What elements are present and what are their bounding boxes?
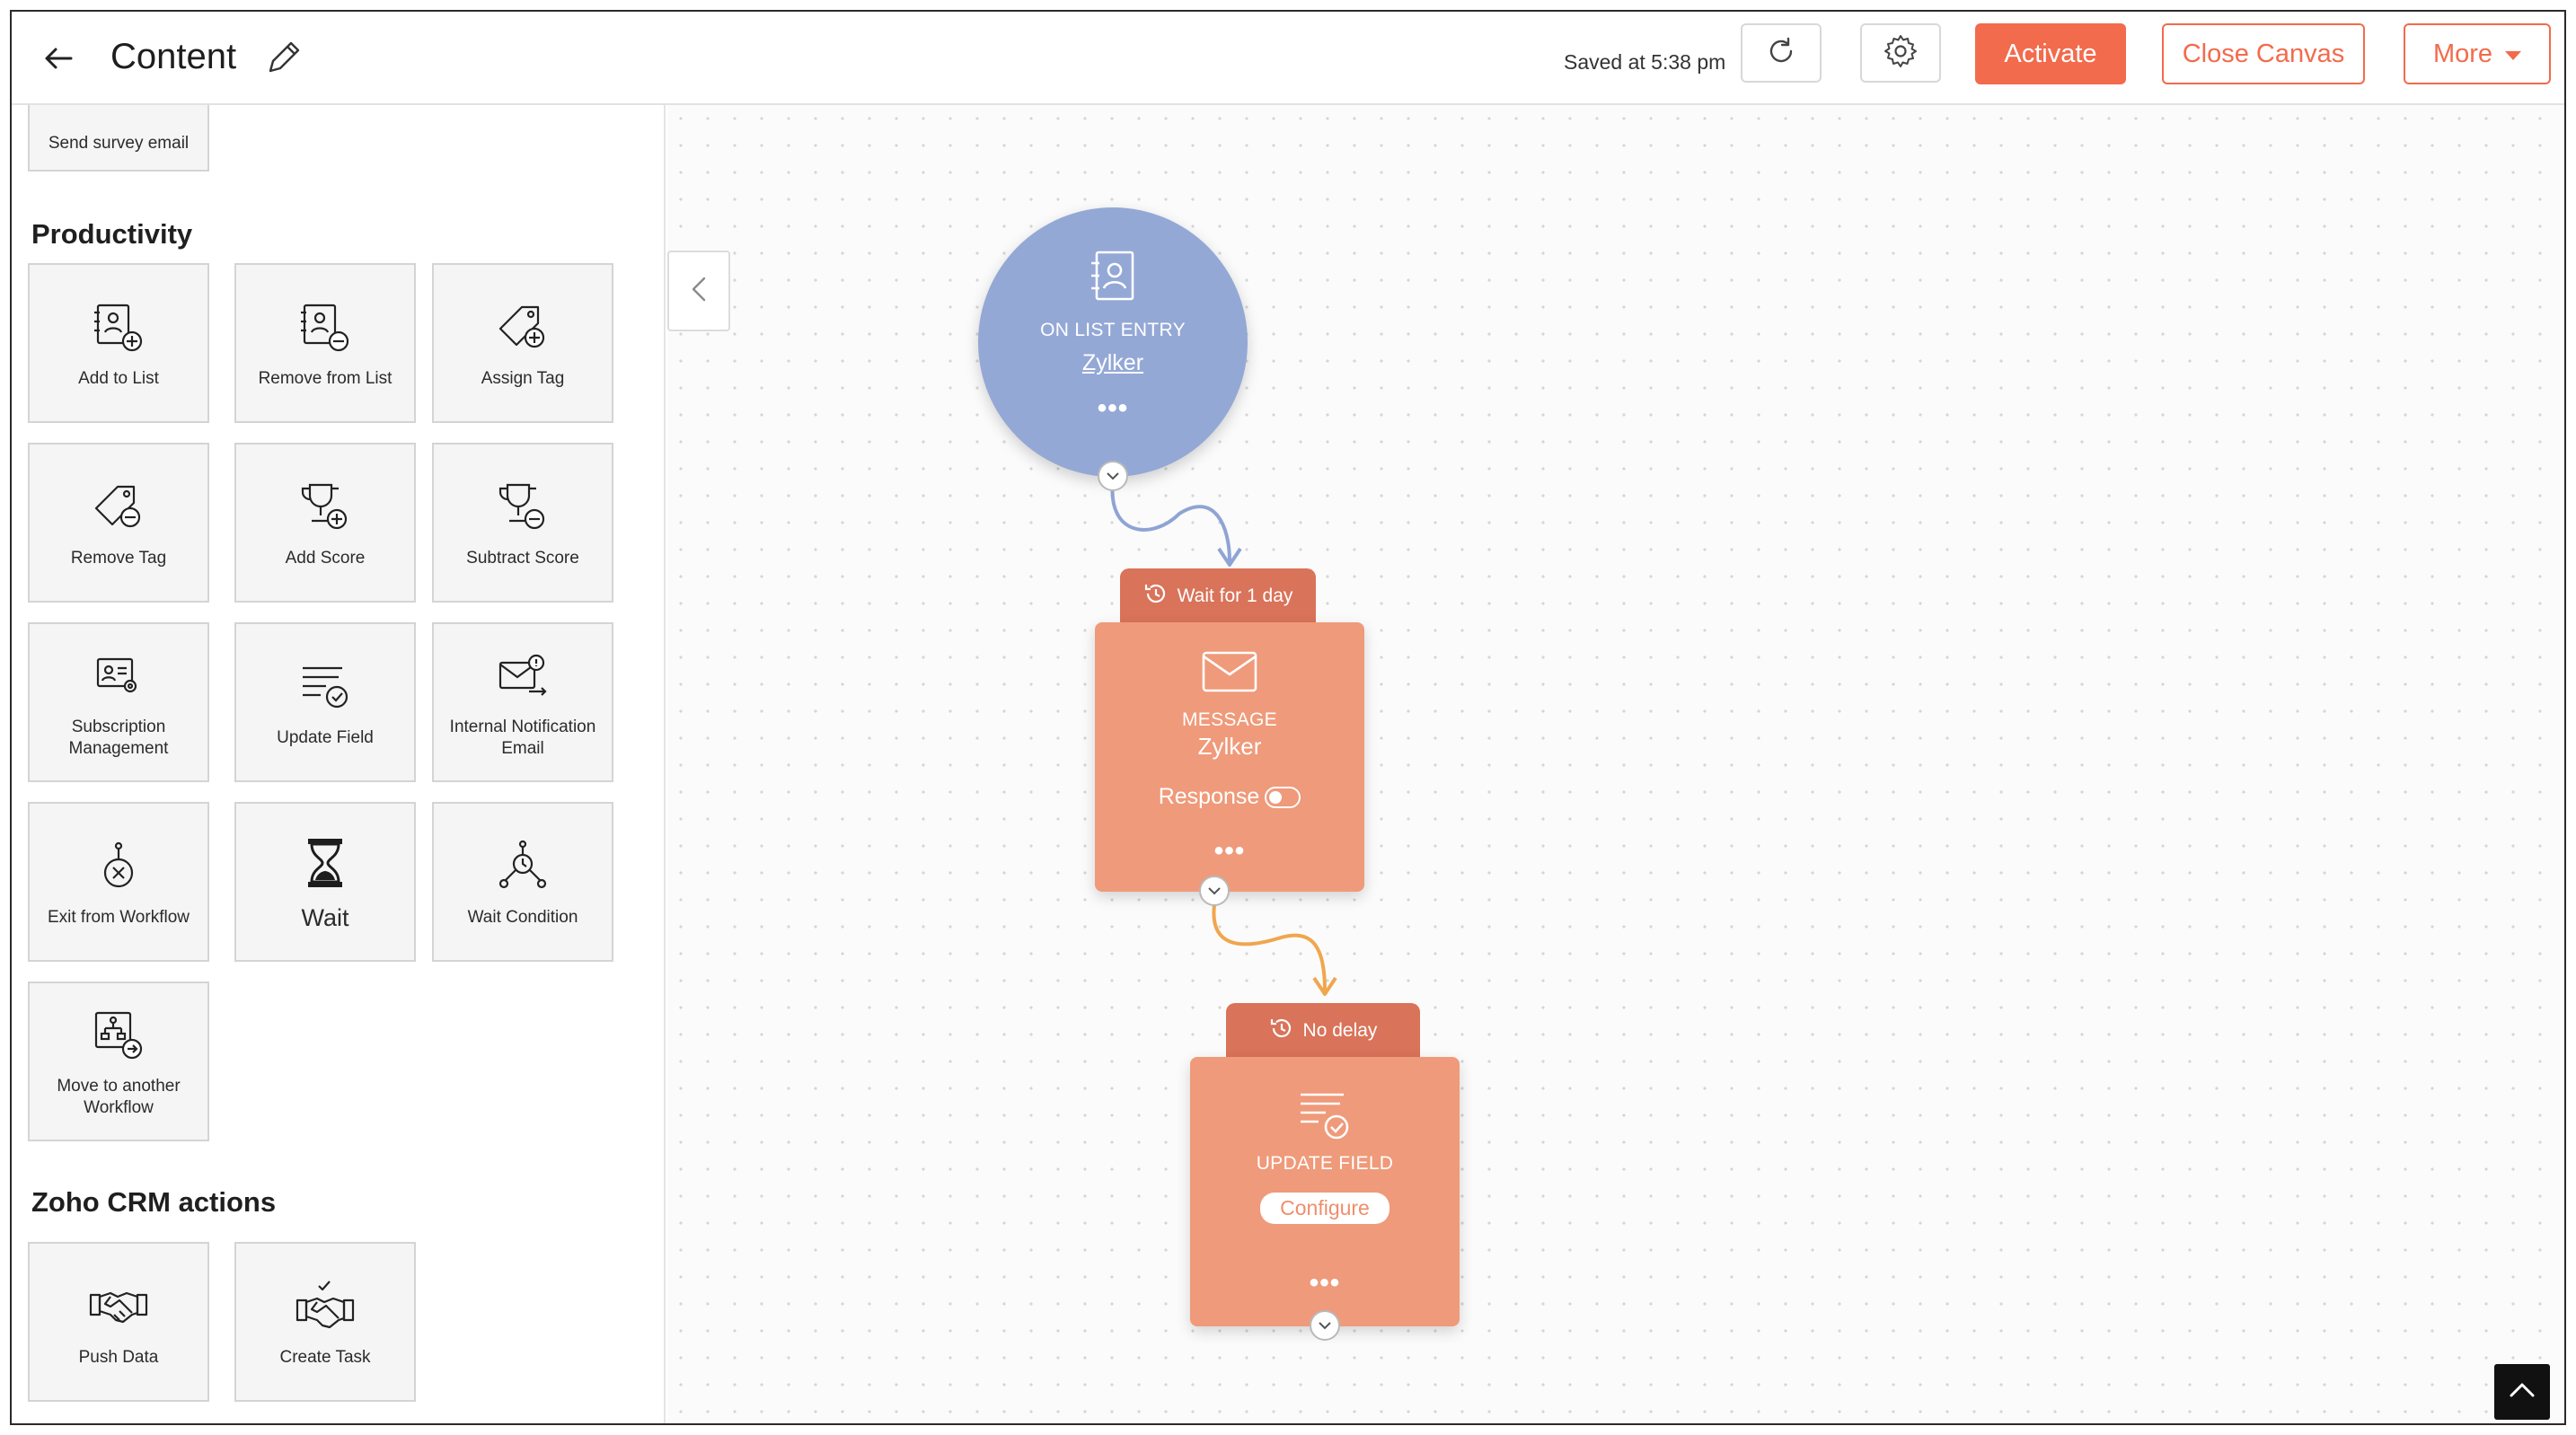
subscription-icon bbox=[87, 645, 150, 708]
caret-down-icon bbox=[2505, 51, 2522, 60]
clock-history-icon bbox=[1269, 1016, 1294, 1046]
app-window: Content Saved at 5:38 pm Activate Close … bbox=[10, 10, 2566, 1425]
action-tile-add-to-list[interactable]: Add to List bbox=[28, 263, 209, 423]
update-field-icon bbox=[294, 656, 357, 718]
activate-button[interactable]: Activate bbox=[1975, 23, 2126, 84]
chevron-up-icon bbox=[2509, 1382, 2536, 1403]
action-tile-move-to-another-workflow[interactable]: Move to another Workflow bbox=[28, 982, 209, 1141]
action-tile-label: Exit from Workflow bbox=[47, 908, 190, 927]
action-tile-send-survey-email[interactable]: Send survey email bbox=[28, 105, 209, 172]
response-row: Response bbox=[1159, 784, 1301, 810]
hourglass-icon bbox=[294, 832, 357, 894]
more-label: More bbox=[2432, 39, 2493, 68]
action-tile-label: Push Data bbox=[78, 1348, 159, 1367]
exit-workflow-icon bbox=[87, 835, 150, 898]
message-node-name: Zylker bbox=[1197, 733, 1262, 760]
action-tile-add-score[interactable]: Add Score bbox=[234, 443, 416, 603]
settings-button[interactable] bbox=[1860, 23, 1941, 83]
scroll-to-top-button[interactable] bbox=[2494, 1364, 2550, 1420]
action-tile-exit-from-workflow[interactable]: Exit from Workflow bbox=[28, 802, 209, 962]
update-node-type: UPDATE FIELD bbox=[1256, 1153, 1394, 1174]
action-tile-label: Subscription Management bbox=[68, 718, 169, 758]
action-tile-label: Subtract Score bbox=[466, 549, 579, 568]
list-add-icon bbox=[87, 296, 150, 359]
workflow-canvas[interactable]: ON LIST ENTRY Zylker ••• Wait for 1 day … bbox=[667, 105, 2564, 1423]
action-tile-label: Remove from List bbox=[258, 369, 393, 388]
action-tile-label: Wait Condition bbox=[467, 908, 578, 927]
back-arrow-icon[interactable] bbox=[39, 39, 78, 78]
top-toolbar: Content Saved at 5:38 pm Activate Close … bbox=[12, 12, 2564, 105]
list-remove-icon bbox=[294, 296, 357, 359]
action-tile-label: Add Score bbox=[285, 549, 366, 568]
chevron-left-icon bbox=[691, 276, 707, 307]
section-title-productivity: Productivity bbox=[31, 218, 193, 250]
pencil-icon[interactable] bbox=[258, 33, 308, 84]
action-tile-label: Add to List bbox=[78, 369, 159, 388]
action-tile-remove-tag[interactable]: Remove Tag bbox=[28, 443, 209, 603]
tag-remove-icon bbox=[87, 476, 150, 539]
delay-tab-wait-1-day[interactable]: Wait for 1 day bbox=[1120, 568, 1316, 624]
action-tile-internal-notification-email[interactable]: Internal Notification Email bbox=[432, 622, 613, 782]
tag-add-icon bbox=[491, 296, 554, 359]
node-options-icon[interactable]: ••• bbox=[1310, 1270, 1341, 1297]
action-tile-wait[interactable]: Wait bbox=[234, 802, 416, 962]
gear-icon bbox=[1883, 33, 1919, 74]
action-tile-remove-from-list[interactable]: Remove from List bbox=[234, 263, 416, 423]
action-tile-push-data[interactable]: Push Data bbox=[28, 1242, 209, 1402]
refresh-icon bbox=[1766, 36, 1796, 71]
expand-node-chevron-icon[interactable] bbox=[1310, 1310, 1340, 1341]
trophy-add-icon bbox=[294, 476, 357, 539]
configure-button[interactable]: Configure bbox=[1260, 1193, 1389, 1224]
actions-sidebar: Send survey email Productivity Add to Li… bbox=[12, 105, 666, 1423]
clock-history-icon bbox=[1143, 581, 1169, 612]
refresh-button[interactable] bbox=[1741, 23, 1822, 83]
list-entry-node[interactable]: ON LIST ENTRY Zylker ••• bbox=[978, 207, 1248, 477]
move-workflow-icon bbox=[87, 1004, 150, 1067]
action-tile-subscription-management[interactable]: Subscription Management bbox=[28, 622, 209, 782]
message-node[interactable]: MESSAGE Zylker Response ••• bbox=[1095, 622, 1364, 892]
action-tile-label: Update Field bbox=[277, 728, 374, 747]
response-label: Response bbox=[1158, 784, 1260, 809]
handshake-icon bbox=[87, 1275, 150, 1338]
saved-status: Saved at 5:38 pm bbox=[1564, 50, 1726, 74]
action-tile-label: Assign Tag bbox=[481, 369, 565, 388]
action-tile-subtract-score[interactable]: Subtract Score bbox=[432, 443, 613, 603]
action-tile-label: Remove Tag bbox=[70, 549, 167, 568]
section-title-zoho-crm-actions: Zoho CRM actions bbox=[31, 1186, 277, 1218]
response-toggle[interactable] bbox=[1265, 786, 1301, 808]
expand-node-chevron-icon[interactable] bbox=[1199, 876, 1230, 906]
delay-tab-no-delay[interactable]: No delay bbox=[1226, 1003, 1420, 1059]
entry-node-type: ON LIST ENTRY bbox=[1040, 320, 1186, 340]
envelope-icon bbox=[1202, 649, 1257, 699]
node-options-icon[interactable]: ••• bbox=[1214, 838, 1246, 865]
trophy-subtract-icon bbox=[491, 476, 554, 539]
message-node-type: MESSAGE bbox=[1182, 709, 1277, 730]
more-dropdown[interactable]: More bbox=[2404, 23, 2551, 84]
update-field-node[interactable]: UPDATE FIELD Configure ••• bbox=[1190, 1057, 1460, 1326]
action-tile-update-field[interactable]: Update Field bbox=[234, 622, 416, 782]
collapse-sidebar-button[interactable] bbox=[667, 251, 730, 331]
action-tile-label: Send survey email bbox=[48, 134, 190, 153]
action-tile-wait-condition[interactable]: Wait Condition bbox=[432, 802, 613, 962]
action-tile-assign-tag[interactable]: Assign Tag bbox=[432, 263, 613, 423]
delay-label: Wait for 1 day bbox=[1177, 585, 1293, 606]
action-tile-create-task[interactable]: Create Task bbox=[234, 1242, 416, 1402]
workflow-connectors bbox=[1110, 481, 1337, 996]
entry-node-list-link[interactable]: Zylker bbox=[1082, 350, 1143, 376]
contact-list-icon bbox=[1088, 249, 1138, 307]
page-title: Content bbox=[110, 37, 237, 76]
action-tile-label: Create Task bbox=[279, 1348, 371, 1367]
expand-node-chevron-icon[interactable] bbox=[1098, 461, 1128, 491]
node-options-icon[interactable]: ••• bbox=[1098, 395, 1129, 422]
update-field-icon bbox=[1297, 1087, 1353, 1148]
notification-email-icon bbox=[491, 645, 554, 708]
action-tile-label: Wait bbox=[301, 904, 349, 931]
close-canvas-button[interactable]: Close Canvas bbox=[2162, 23, 2365, 84]
action-tile-label: Move to another Workflow bbox=[57, 1077, 181, 1117]
handshake-task-icon bbox=[294, 1275, 357, 1338]
action-tile-label: Internal Notification Email bbox=[449, 718, 596, 758]
delay-label: No delay bbox=[1302, 1020, 1378, 1041]
wait-condition-icon bbox=[491, 835, 554, 898]
